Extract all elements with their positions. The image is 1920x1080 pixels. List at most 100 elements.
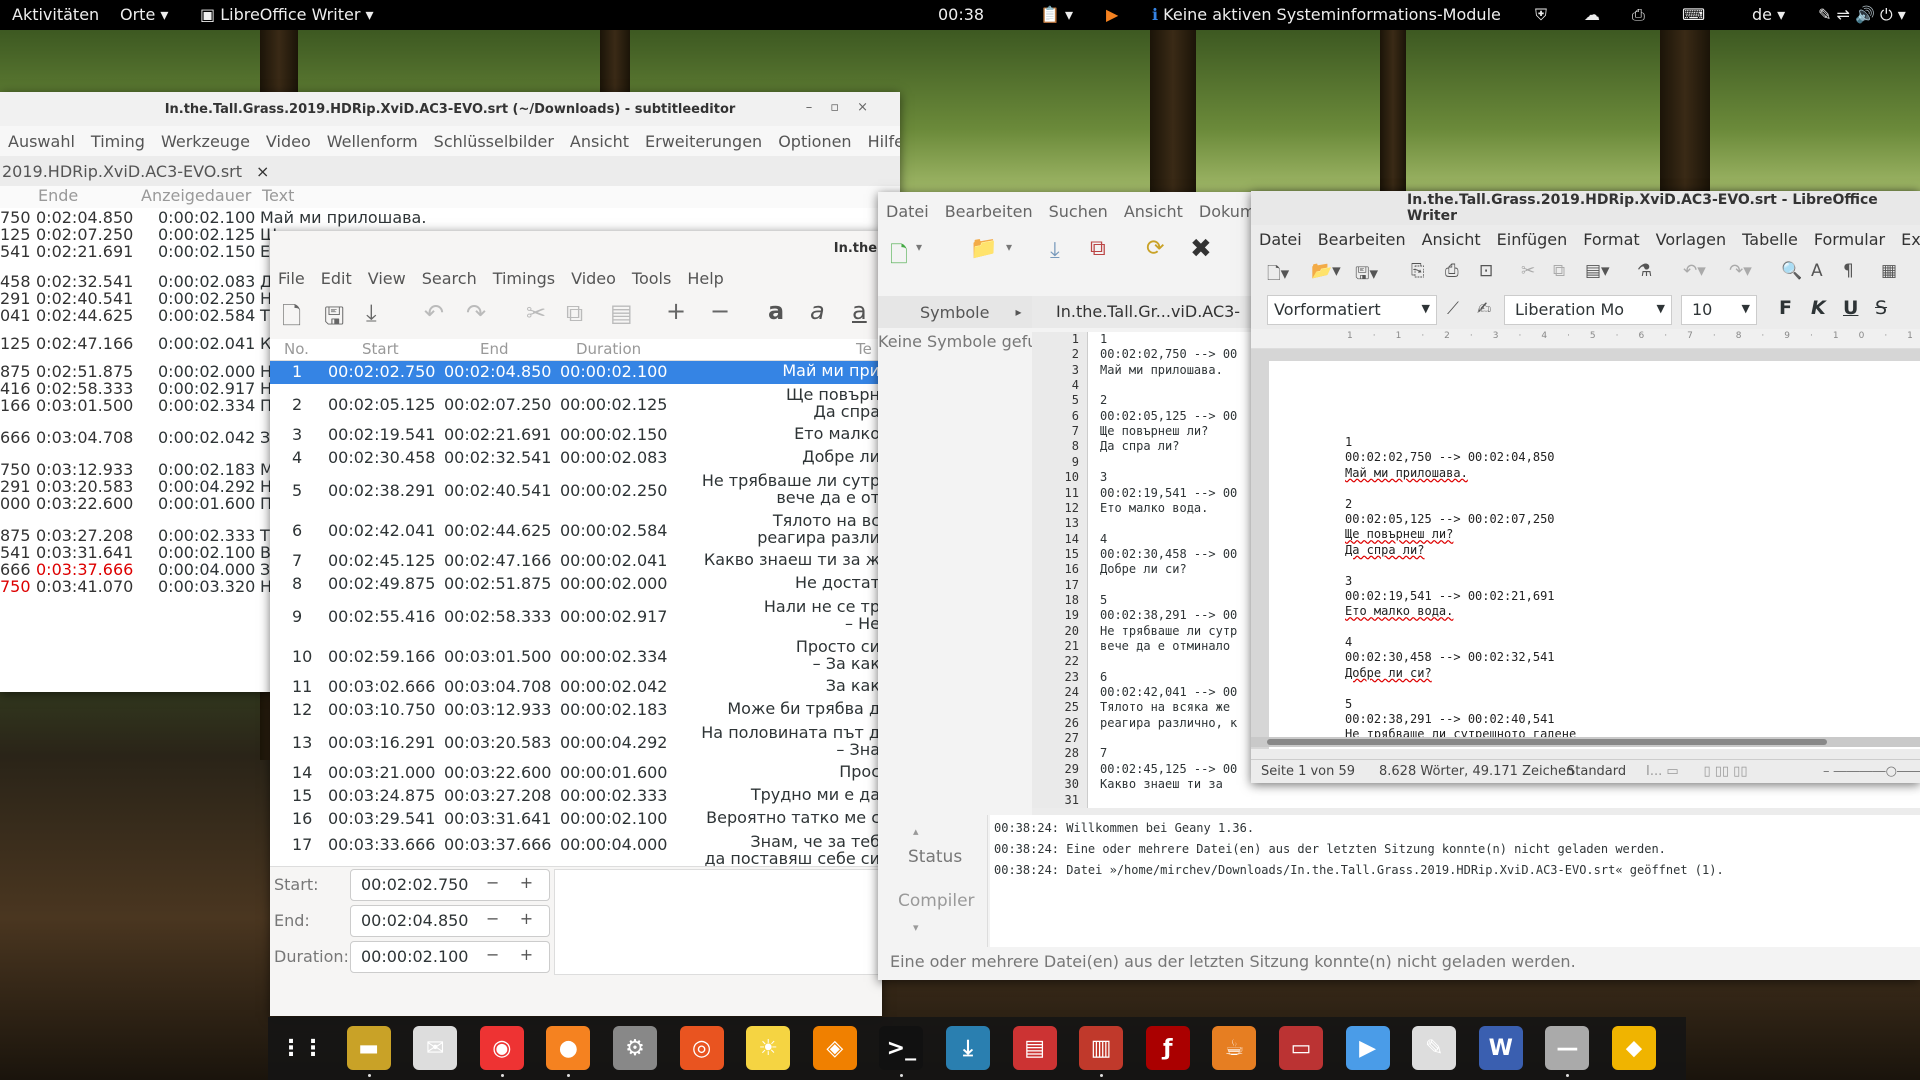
bold-icon[interactable]: a — [768, 297, 784, 325]
keyboard-icon[interactable]: ⌨ — [1682, 5, 1705, 24]
export-pdf-icon[interactable]: ⎘ — [1411, 261, 1425, 281]
copy-icon[interactable]: ⧉ — [566, 299, 583, 327]
app-menu[interactable]: ▣ LibreOffice Writer ▾ — [200, 5, 374, 24]
table-row[interactable]: 750 0:02:04.850 0:00:02.100 Май ми прилошав… — [0, 208, 900, 227]
spelling-icon[interactable]: A — [1811, 261, 1823, 281]
book-icon[interactable]: ▥ — [1079, 1026, 1124, 1070]
add-icon[interactable]: + — [666, 297, 686, 325]
symbols-tab[interactable]: Symbole ▸ — [878, 296, 1032, 328]
clone-formatting-icon[interactable]: ⚗ — [1637, 261, 1652, 281]
chevron-down-icon[interactable]: ▾ — [913, 921, 919, 934]
table-row[interactable]: 4 00:02:30.458 00:02:32.541 00:00:02.083 Доб… — [270, 447, 882, 470]
open-folder-icon[interactable]: 📁 — [970, 236, 997, 261]
document-viewer-icon[interactable]: ▤ — [1012, 1026, 1057, 1070]
table-row[interactable]: 15 00:03:24.875 00:03:27.208 00:00:02.333 Тр… — [270, 785, 882, 808]
table-row[interactable]: 17 00:03:33.666 00:03:37.666 00:00:04.000 Зн… — [270, 831, 882, 866]
close-icon[interactable]: ✖ — [1190, 234, 1212, 264]
status-tab[interactable]: Status — [908, 847, 962, 867]
new-document-icon[interactable]: 🗋▾ — [1267, 261, 1289, 290]
gs-menu-2[interactable]: View — [368, 269, 406, 288]
cut-icon[interactable]: ✂ — [1521, 261, 1535, 281]
table-row[interactable]: 3 00:02:19.541 00:02:21.691 00:00:02.150 Ето… — [270, 424, 882, 447]
update-style-icon[interactable]: ⟋ — [1447, 299, 1459, 319]
undo-icon[interactable]: ↶▾ — [1683, 261, 1706, 281]
column-header-number[interactable]: No. — [284, 340, 309, 358]
compiler-tab[interactable]: Compiler — [898, 891, 975, 911]
print-icon[interactable]: ⎙ — [1445, 261, 1459, 281]
chrome-icon[interactable]: ◉ — [479, 1026, 524, 1070]
strikethrough-icon[interactable]: S — [1875, 297, 1887, 319]
page-style[interactable]: Standard — [1567, 764, 1626, 779]
table-row[interactable]: 10 00:02:59.166 00:03:01.500 00:00:02.334 Пр… — [270, 636, 882, 676]
paste-icon[interactable]: ▤ — [610, 299, 633, 327]
italic-icon[interactable]: K — [1811, 297, 1826, 319]
weather-icon[interactable]: ☀ — [746, 1026, 791, 1070]
close-tab-icon[interactable]: × — [256, 162, 269, 181]
print-preview-icon[interactable]: ⊡ — [1479, 261, 1493, 281]
table-row[interactable]: 11 00:03:02.666 00:03:04.708 00:00:02.042 За… — [270, 676, 882, 699]
ubuntu-icon[interactable]: ◎ — [679, 1026, 724, 1070]
geany-menu-1[interactable]: Bearbeiten — [945, 202, 1033, 221]
geany-menu-3[interactable]: Ansicht — [1124, 202, 1183, 221]
start-stepper[interactable]: − + — [486, 873, 533, 892]
table-row[interactable]: 13 00:03:16.291 00:03:20.583 00:00:04.292 На… — [270, 722, 882, 762]
se-menu-8[interactable]: Optionen — [778, 132, 851, 151]
firefox-icon[interactable]: ● — [546, 1026, 591, 1070]
ruler[interactable]: 1·1·2·3·4·5·6·7·8·9·10·11·12·13·14·15 — [1251, 329, 1920, 349]
subtitle-text-box[interactable] — [554, 869, 882, 975]
table-row[interactable]: 12 00:03:10.750 00:03:12.933 00:00:02.183 Мо… — [270, 699, 882, 722]
se-menu-0[interactable]: Auswahl — [8, 132, 75, 151]
apps-grid-icon[interactable]: ⋮⋮ — [280, 1026, 324, 1070]
table-row[interactable]: 6 00:02:42.041 00:02:44.625 00:00:02.584 Тял… — [270, 510, 882, 550]
column-header-end[interactable]: Ende — [38, 186, 78, 205]
se-menu-1[interactable]: Timing — [91, 132, 145, 151]
subtitleeditor-tab[interactable]: 2019.HDRip.XviD.AC3-EVO.srt × — [0, 156, 900, 186]
table-row[interactable]: 14 00:03:21.000 00:03:22.600 00:00:01.600 Пр… — [270, 762, 882, 785]
save-all-icon[interactable]: ⧉ — [1090, 236, 1106, 261]
italic-icon[interactable]: a — [810, 297, 825, 325]
horizontal-scrollbar[interactable] — [1251, 737, 1920, 747]
se-menu-2[interactable]: Werkzeuge — [161, 132, 250, 151]
column-header-text[interactable]: Text — [262, 186, 294, 205]
gs-menu-5[interactable]: Video — [571, 269, 616, 288]
formatting-marks-icon[interactable]: ¶ — [1843, 261, 1854, 281]
reload-icon[interactable]: ⟳ — [1146, 236, 1164, 261]
activities-button[interactable]: Aktivitäten — [12, 5, 99, 24]
mail-icon[interactable]: ✉ — [413, 1026, 458, 1070]
cloud-icon[interactable]: ☁ — [1584, 5, 1600, 24]
chevron-down-icon[interactable]: ▾ — [1006, 240, 1012, 254]
vlc-icon[interactable]: ◈ — [812, 1026, 857, 1070]
duration-field[interactable]: 00:00:02.100 − + — [350, 941, 550, 973]
end-field[interactable]: 00:02:04.850 − + — [350, 905, 550, 937]
gs-menu-1[interactable]: Edit — [321, 269, 352, 288]
column-header-text[interactable]: Te — [856, 340, 872, 358]
download-icon[interactable]: ⤓ — [366, 299, 377, 327]
font-name-box[interactable]: Liberation Mo ▼ — [1504, 295, 1672, 325]
notes-icon[interactable]: ✎ — [1412, 1026, 1457, 1070]
copy-icon[interactable]: ⧉ — [1553, 261, 1565, 281]
open-icon[interactable]: 📂▾ — [1311, 261, 1341, 281]
table-row[interactable]: 7 00:02:45.125 00:02:47.166 00:00:02.041 Как… — [270, 550, 882, 573]
table-row[interactable]: 2 00:02:05.125 00:02:07.250 00:00:02.125 Ще … — [270, 384, 882, 424]
recorder-icon[interactable]: ▭ — [1279, 1026, 1323, 1070]
sysinfo-indicator[interactable]: ℹ Keine aktiven Systeminformations-Modul… — [1152, 5, 1501, 24]
column-header-duration[interactable]: Anzeigedauer — [141, 186, 251, 205]
install-icon[interactable]: ⤓ — [946, 1026, 990, 1070]
underline-icon[interactable]: U — [1843, 297, 1858, 319]
redo-icon[interactable]: ↷ — [466, 299, 486, 327]
page-count[interactable]: Seite 1 von 59 — [1261, 764, 1355, 779]
geany-menu-0[interactable]: Datei — [886, 202, 929, 221]
files-icon[interactable]: ▬ — [346, 1026, 391, 1070]
underline-icon[interactable]: a — [852, 297, 867, 325]
system-menu[interactable]: ✎ ⇌ 🔊 ⏻ ▾ — [1818, 5, 1906, 25]
duration-stepper[interactable]: − + — [486, 945, 533, 964]
new-file-icon[interactable]: 🗋 — [890, 238, 908, 276]
gs-menu-6[interactable]: Tools — [632, 269, 671, 288]
table-icon[interactable]: ▦ — [1881, 261, 1897, 281]
gs-menu-3[interactable]: Search — [422, 269, 477, 288]
column-header-start[interactable]: Start — [362, 340, 399, 358]
bold-icon[interactable]: F — [1779, 297, 1792, 319]
lo-menu-2[interactable]: Ansicht — [1422, 230, 1481, 249]
ime-icon[interactable]: ⬥ — [1612, 1026, 1656, 1070]
gs-menu-4[interactable]: Timings — [493, 269, 555, 288]
